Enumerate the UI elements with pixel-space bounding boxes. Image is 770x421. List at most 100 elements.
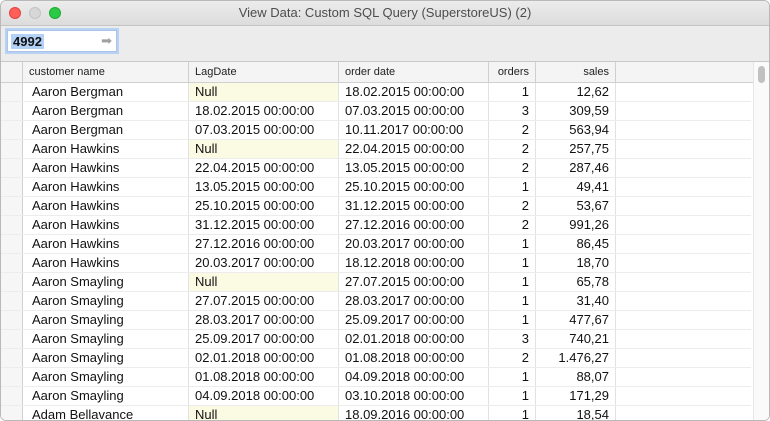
row-index-cell[interactable]: [1, 330, 23, 348]
cell-sales: 171,29: [536, 387, 616, 405]
cell-sales: 477,67: [536, 311, 616, 329]
column-header-sales[interactable]: sales: [536, 62, 616, 82]
cell-sales: 18,70: [536, 254, 616, 272]
table-row[interactable]: Aaron Hawkins Null 22.04.2015 00:00:00 2 257…: [1, 140, 751, 159]
column-header-order-date[interactable]: order date: [339, 62, 489, 82]
window-title: View Data: Custom SQL Query (SuperstoreU…: [238, 5, 532, 20]
row-index-cell[interactable]: [1, 178, 23, 196]
row-index-cell[interactable]: [1, 311, 23, 329]
table-row[interactable]: Aaron Smayling 02.01.2018 00:00:00 01.08.2…: [1, 349, 751, 368]
table-row[interactable]: Aaron Smayling 25.09.2017 00:00:00 02.01.2…: [1, 330, 751, 349]
table-row[interactable]: Aaron Bergman 18.02.2015 00:00:00 07.03.20…: [1, 102, 751, 121]
table-row[interactable]: Adam Bellavance Null 18.09.2016 00:00:00 1 1…: [1, 406, 751, 420]
row-index-cell[interactable]: [1, 235, 23, 253]
cell-order-date: 04.09.2018 00:00:00: [339, 368, 489, 386]
row-index-cell[interactable]: [1, 102, 23, 120]
cell-orders: 1: [489, 273, 536, 291]
table-row[interactable]: Aaron Hawkins 27.12.2016 00:00:00 20.03.20…: [1, 235, 751, 254]
cell-customer-name: Aaron Smayling: [23, 387, 189, 405]
cell-customer-name: Adam Bellavance: [23, 406, 189, 420]
cell-customer-name: Aaron Hawkins: [23, 254, 189, 272]
column-header-customer-name[interactable]: customer name: [23, 62, 189, 82]
cell-lagdate: 25.10.2015 00:00:00: [189, 197, 339, 215]
cell-lagdate: Null: [189, 273, 339, 291]
cell-orders: 1: [489, 368, 536, 386]
row-index-cell[interactable]: [1, 368, 23, 386]
cell-order-date: 31.12.2015 00:00:00: [339, 197, 489, 215]
header-row-index: [1, 62, 23, 82]
row-count-value[interactable]: 4992: [11, 34, 44, 49]
row-index-cell[interactable]: [1, 83, 23, 101]
table-row[interactable]: Aaron Hawkins 31.12.2015 00:00:00 27.12.20…: [1, 216, 751, 235]
cell-order-date: 25.10.2015 00:00:00: [339, 178, 489, 196]
table-row[interactable]: Aaron Smayling 28.03.2017 00:00:00 25.09.2…: [1, 311, 751, 330]
column-header-lagdate[interactable]: LagDate: [189, 62, 339, 82]
table-row[interactable]: Aaron Smayling 04.09.2018 00:00:00 03.10.2…: [1, 387, 751, 406]
grid-header: customer name LagDate order date orders …: [1, 62, 769, 83]
cell-sales: 86,45: [536, 235, 616, 253]
row-index-cell[interactable]: [1, 387, 23, 405]
row-index-cell[interactable]: [1, 349, 23, 367]
cell-order-date: 13.05.2015 00:00:00: [339, 159, 489, 177]
cell-customer-name: Aaron Hawkins: [23, 216, 189, 234]
cell-order-date: 07.03.2015 00:00:00: [339, 102, 489, 120]
cell-orders: 3: [489, 330, 536, 348]
cell-orders: 1: [489, 387, 536, 405]
cell-customer-name: Aaron Hawkins: [23, 197, 189, 215]
cell-sales: 1.476,27: [536, 349, 616, 367]
cell-orders: 2: [489, 349, 536, 367]
cell-orders: 1: [489, 292, 536, 310]
cell-lagdate: 27.07.2015 00:00:00: [189, 292, 339, 310]
cell-orders: 1: [489, 406, 536, 420]
cell-lagdate: Null: [189, 140, 339, 158]
data-grid: customer name LagDate order date orders …: [1, 62, 769, 420]
table-row[interactable]: Aaron Smayling 01.08.2018 00:00:00 04.09.2…: [1, 368, 751, 387]
cell-orders: 3: [489, 102, 536, 120]
cell-orders: 2: [489, 140, 536, 158]
cell-orders: 2: [489, 121, 536, 139]
table-row[interactable]: Aaron Smayling 27.07.2015 00:00:00 28.03.2…: [1, 292, 751, 311]
title-bar: View Data: Custom SQL Query (SuperstoreU…: [1, 1, 769, 26]
row-index-cell[interactable]: [1, 273, 23, 291]
cell-lagdate: 20.03.2017 00:00:00: [189, 254, 339, 272]
cell-lagdate: 28.03.2017 00:00:00: [189, 311, 339, 329]
table-row[interactable]: Aaron Hawkins 13.05.2015 00:00:00 25.10.20…: [1, 178, 751, 197]
cell-sales: 49,41: [536, 178, 616, 196]
cell-order-date: 27.12.2016 00:00:00: [339, 216, 489, 234]
row-index-cell[interactable]: [1, 140, 23, 158]
table-row[interactable]: Aaron Hawkins 22.04.2015 00:00:00 13.05.20…: [1, 159, 751, 178]
row-index-cell[interactable]: [1, 121, 23, 139]
cell-order-date: 02.01.2018 00:00:00: [339, 330, 489, 348]
grid-rows: Aaron Bergman Null 18.02.2015 00:00:00 1 12,…: [1, 83, 751, 420]
cell-sales: 257,75: [536, 140, 616, 158]
row-index-cell[interactable]: [1, 254, 23, 272]
vertical-scrollbar[interactable]: [753, 62, 769, 420]
cell-customer-name: Aaron Smayling: [23, 311, 189, 329]
cell-order-date: 18.09.2016 00:00:00: [339, 406, 489, 420]
cell-customer-name: Aaron Hawkins: [23, 159, 189, 177]
table-row[interactable]: Aaron Bergman 07.03.2015 00:00:00 10.11.20…: [1, 121, 751, 140]
row-index-cell[interactable]: [1, 292, 23, 310]
row-count-input[interactable]: 4992 ➡: [7, 30, 117, 52]
cell-order-date: 27.07.2015 00:00:00: [339, 273, 489, 291]
arrow-right-icon[interactable]: ➡: [101, 33, 112, 49]
cell-order-date: 03.10.2018 00:00:00: [339, 387, 489, 405]
view-data-window: View Data: Custom SQL Query (SuperstoreU…: [0, 0, 770, 421]
cell-order-date: 22.04.2015 00:00:00: [339, 140, 489, 158]
cell-orders: 2: [489, 159, 536, 177]
table-row[interactable]: Aaron Hawkins 20.03.2017 00:00:00 18.12.20…: [1, 254, 751, 273]
row-index-cell[interactable]: [1, 197, 23, 215]
table-row[interactable]: Aaron Hawkins 25.10.2015 00:00:00 31.12.20…: [1, 197, 751, 216]
row-index-cell[interactable]: [1, 216, 23, 234]
table-row[interactable]: Aaron Bergman Null 18.02.2015 00:00:00 1 12,…: [1, 83, 751, 102]
cell-lagdate: 01.08.2018 00:00:00: [189, 368, 339, 386]
row-index-cell[interactable]: [1, 159, 23, 177]
cell-sales: 65,78: [536, 273, 616, 291]
cell-customer-name: Aaron Smayling: [23, 368, 189, 386]
row-index-cell[interactable]: [1, 406, 23, 420]
column-header-orders[interactable]: orders: [489, 62, 536, 82]
scrollbar-thumb[interactable]: [758, 66, 765, 83]
cell-order-date: 25.09.2017 00:00:00: [339, 311, 489, 329]
cell-orders: 2: [489, 197, 536, 215]
table-row[interactable]: Aaron Smayling Null 27.07.2015 00:00:00 1 65…: [1, 273, 751, 292]
